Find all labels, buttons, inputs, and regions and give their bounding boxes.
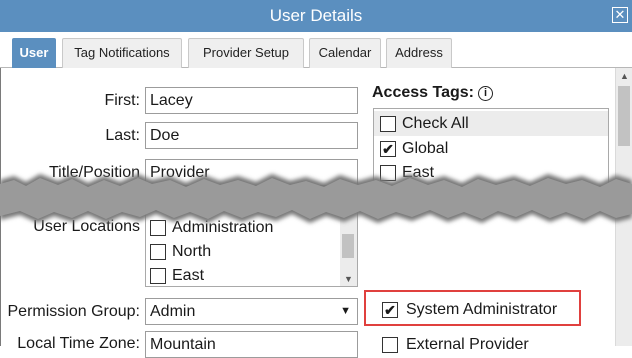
title-bar: User Details ✕ xyxy=(0,0,632,32)
permission-group-select[interactable]: Admin ▼ xyxy=(145,298,358,325)
tab-calendar[interactable]: Calendar xyxy=(309,38,381,68)
info-icon[interactable]: i xyxy=(477,86,493,101)
external-provider-option[interactable]: External Provider xyxy=(382,334,572,356)
global-checkbox[interactable]: ✔ xyxy=(380,141,396,157)
last-name-label: Last: xyxy=(105,127,140,144)
east-location-label: East xyxy=(172,267,205,284)
system-administrator-checkbox[interactable]: ✔ xyxy=(382,302,398,318)
tab-user[interactable]: User xyxy=(12,38,56,68)
east-location-checkbox[interactable] xyxy=(150,268,166,284)
first-name-label: First: xyxy=(104,92,140,109)
time-zone-label: Local Time Zone: xyxy=(17,335,140,352)
close-icon[interactable]: ✕ xyxy=(612,7,628,23)
permission-group-label: Permission Group: xyxy=(7,303,141,320)
access-tags-label: Access Tags: xyxy=(372,84,474,101)
scroll-up-icon[interactable]: ▲ xyxy=(616,68,632,84)
tab-provider-setup[interactable]: Provider Setup xyxy=(188,38,304,68)
check-all-label: Check All xyxy=(402,115,469,132)
last-name-field[interactable]: Doe xyxy=(145,122,358,149)
time-zone-select[interactable]: Mountain xyxy=(145,331,358,358)
tab-address[interactable]: Address xyxy=(386,38,452,68)
window-title: User Details xyxy=(269,6,363,25)
chevron-down-icon: ▼ xyxy=(340,305,351,317)
first-name-field[interactable]: Lacey xyxy=(145,87,358,114)
access-tags-heading: Access Tags: i xyxy=(372,84,493,102)
tag-check-all[interactable]: Check All xyxy=(374,111,608,136)
scroll-thumb[interactable] xyxy=(618,86,630,146)
external-provider-checkbox[interactable] xyxy=(382,337,398,353)
system-administrator-label: System Administrator xyxy=(406,301,558,318)
time-zone-value: Mountain xyxy=(150,336,216,353)
system-administrator-option[interactable]: ✔ System Administrator xyxy=(382,299,572,321)
scroll-down-icon[interactable]: ▼ xyxy=(340,272,357,286)
tab-strip: User Tag Notifications Provider Setup Ca… xyxy=(0,32,632,68)
external-provider-label: External Provider xyxy=(406,336,529,353)
location-east[interactable]: East xyxy=(146,264,341,286)
permission-group-value: Admin xyxy=(150,303,196,320)
tab-tag-notifications[interactable]: Tag Notifications xyxy=(62,38,182,68)
torn-edge-graphic xyxy=(0,174,632,223)
check-all-checkbox[interactable] xyxy=(380,116,396,132)
